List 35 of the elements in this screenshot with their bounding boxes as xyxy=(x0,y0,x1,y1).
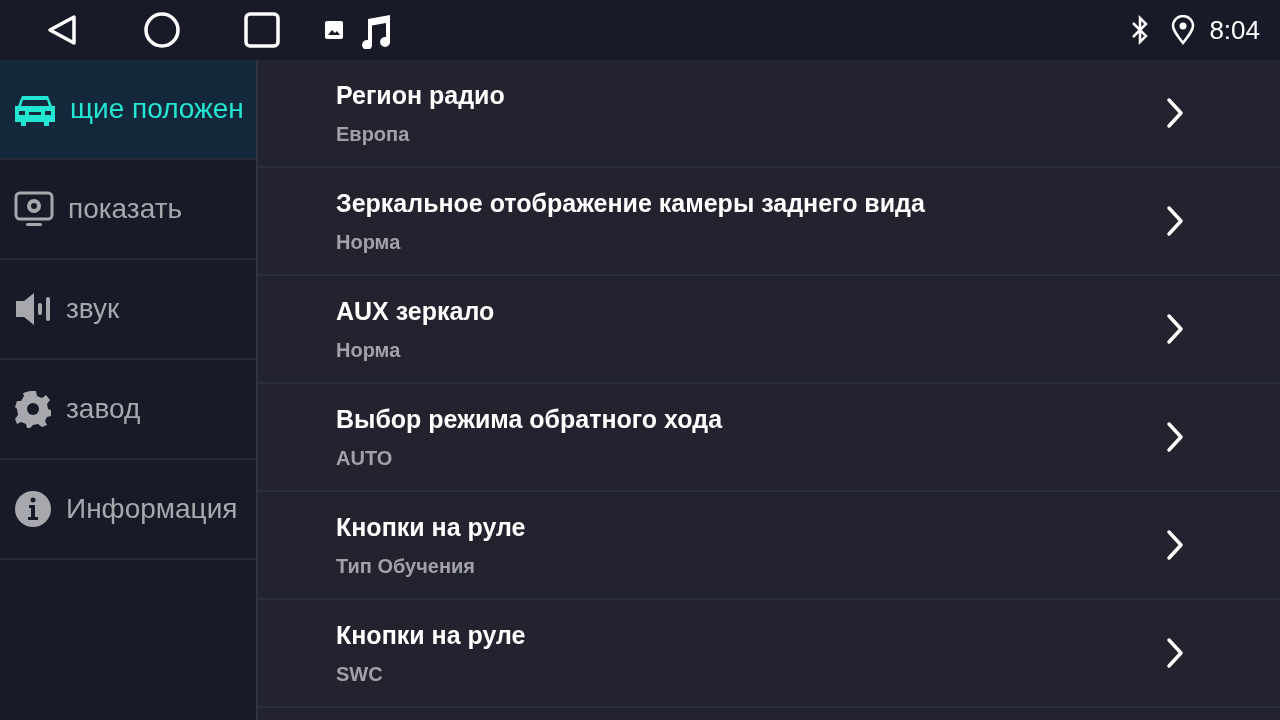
setting-title: Зеркальное отображение камеры заднего вида xyxy=(336,188,926,218)
setting-title: AUX зеркало xyxy=(336,296,496,326)
chevron-right-icon xyxy=(1166,313,1184,345)
setting-value: AUTO xyxy=(336,446,394,470)
setting-value: Норма xyxy=(336,230,402,254)
setting-title: Кнопки на руле xyxy=(336,620,527,650)
sidebar-item[interactable]: щие положен xyxy=(0,60,256,160)
setting-title: Регион радио xyxy=(336,80,506,110)
setting-title: Выбор режима обратного хода xyxy=(336,404,724,434)
chevron-right-icon xyxy=(1166,205,1184,237)
setting-value: Европа xyxy=(336,122,411,146)
settings-row[interactable]: AUX зеркало Норма xyxy=(258,276,1280,384)
chevron-right-icon xyxy=(1166,529,1184,561)
chevron-right-icon xyxy=(1166,421,1184,453)
image-icon xyxy=(324,20,344,40)
info-icon xyxy=(14,490,52,528)
settings-row[interactable]: Кнопки на руле Тип Обучения xyxy=(258,492,1280,600)
recents-icon[interactable] xyxy=(244,12,280,48)
setting-value: SWC xyxy=(336,662,384,686)
speaker-icon xyxy=(14,291,52,327)
settings-row[interactable]: Регион радио Европа xyxy=(258,60,1280,168)
settings-row[interactable]: Зеркальное отображение камеры заднего вида Норма xyxy=(258,168,1280,276)
setting-value: Норма xyxy=(336,338,402,362)
chevron-right-icon xyxy=(1166,97,1184,129)
chevron-right-icon xyxy=(1166,637,1184,669)
monitor-gear-icon xyxy=(14,191,54,227)
location-pin-icon xyxy=(1171,15,1196,45)
setting-title: Кнопки на руле xyxy=(336,512,527,542)
clock-time: 8:04 xyxy=(1209,13,1260,47)
home-icon[interactable] xyxy=(144,12,180,48)
settings-row[interactable]: Кнопки на руле SWC xyxy=(258,600,1280,708)
setting-value: Тип Обучения xyxy=(336,554,476,578)
back-icon[interactable] xyxy=(46,14,78,46)
gear-icon xyxy=(14,390,52,428)
settings-row[interactable]: Выбор режима обратного хода AUTO xyxy=(258,384,1280,492)
